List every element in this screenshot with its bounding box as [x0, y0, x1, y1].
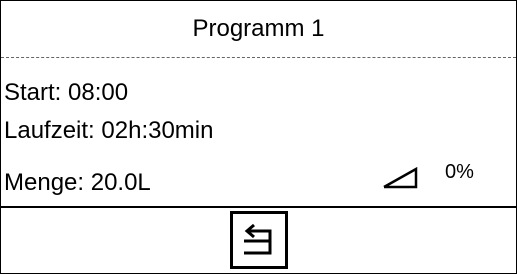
page-title: Programm 1	[192, 15, 325, 42]
back-arrow-icon	[244, 223, 272, 255]
footer-divider	[1, 206, 516, 208]
ramp-percent: 0%	[445, 161, 474, 183]
start-time-label: Start: 08:00	[4, 79, 129, 106]
program-screen: Programm 1 Start: 08:00 Laufzeit: 02h:30…	[0, 0, 517, 274]
title-divider	[1, 57, 516, 58]
ramp-icon	[383, 167, 418, 189]
runtime-label: Laufzeit: 02h:30min	[4, 117, 214, 144]
back-button[interactable]	[230, 211, 288, 269]
amount-label: Menge: 20.0L	[4, 169, 151, 196]
